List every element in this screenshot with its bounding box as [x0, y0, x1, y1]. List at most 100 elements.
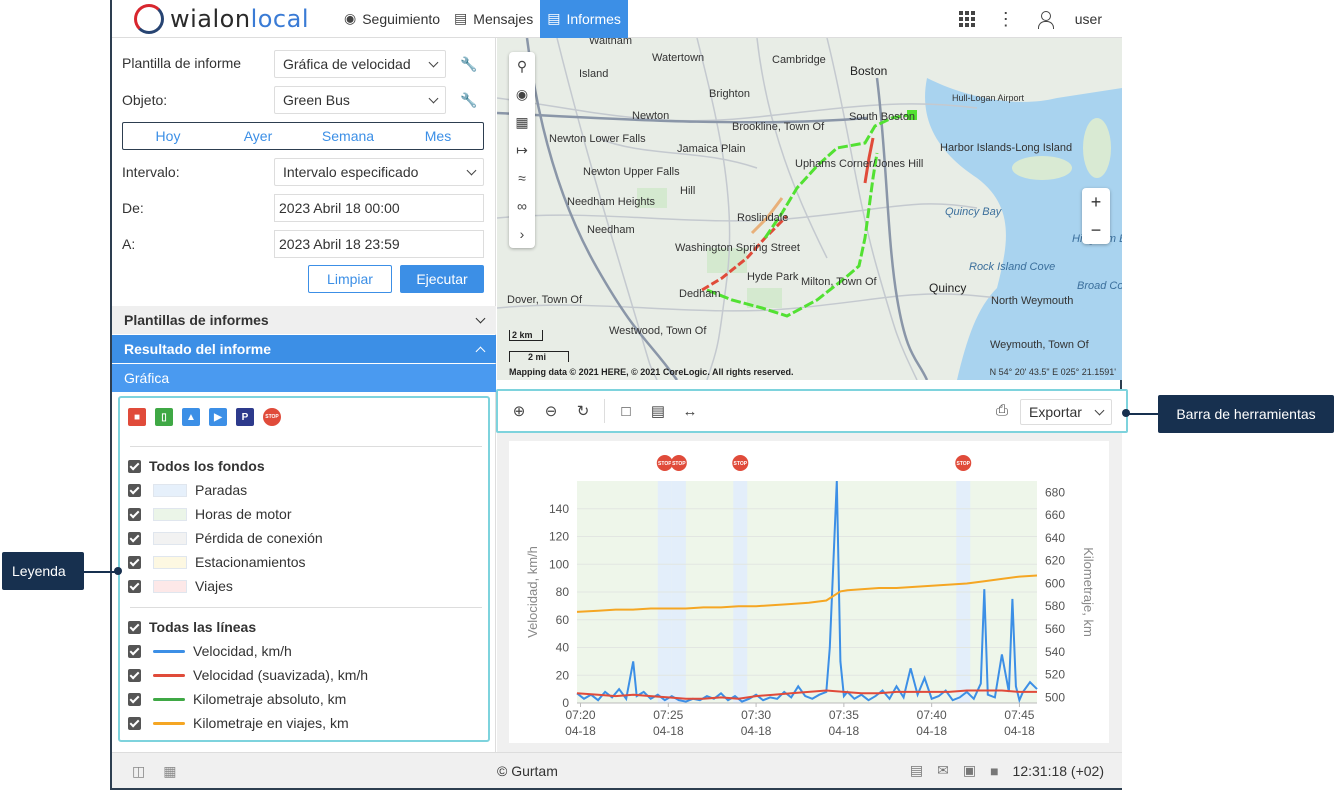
nav-tracking[interactable]: ◉ Seguimiento [337, 0, 447, 38]
legend-line-item[interactable]: Kilometraje absoluto, km [128, 689, 346, 709]
chart-card[interactable]: 0 20 40 60 80 100 120 140 500 520 540 560 580 600 620 6… [509, 441, 1109, 743]
legend-item-label: Velocidad (suavizada), km/h [193, 667, 369, 683]
measure-icon[interactable]: ↔ [679, 400, 701, 422]
interval-select[interactable]: Intervalo especificado [274, 158, 484, 186]
image-icon[interactable]: ▲ [182, 408, 200, 426]
stop-icon[interactable]: STOP [263, 408, 281, 426]
legend-line-item[interactable]: Velocidad (suavizada), km/h [128, 665, 368, 685]
period-month[interactable]: Mes [393, 123, 483, 149]
object-select[interactable]: Green Bus [274, 86, 446, 114]
checkbox-icon[interactable] [128, 668, 141, 682]
wrench-icon[interactable]: 🔧 [460, 92, 477, 109]
zoom-in-button[interactable]: + [1082, 188, 1110, 216]
map-label: North Weymouth [991, 295, 1074, 307]
period-selector: Hoy Ayer Semana Mes [122, 122, 484, 150]
video-icon[interactable]: ▶ [209, 408, 227, 426]
ruler-icon[interactable]: ↦ [509, 136, 535, 164]
zoom-out-button[interactable]: − [1082, 216, 1110, 244]
map-label: Hull-Logan Airport [952, 93, 1025, 103]
grid-view-icon[interactable]: ▦ [163, 763, 176, 780]
period-today[interactable]: Hoy [123, 123, 213, 149]
select-area-icon[interactable]: □ [615, 400, 637, 422]
result-section-header[interactable]: Resultado del informe [112, 335, 496, 363]
logo[interactable]: wialonlocal [134, 0, 309, 38]
checkbox-icon[interactable] [128, 620, 141, 634]
to-date-input[interactable]: 2023 Abril 18 23:59 [274, 230, 484, 258]
map-label: Needham Heights [567, 196, 656, 208]
nav-tracking-label: Seguimiento [362, 10, 441, 27]
checkbox-icon[interactable] [128, 692, 141, 706]
map-view[interactable]: Waltham Watertown Cambridge Boston Islan… [497, 38, 1122, 380]
chevron-right-icon[interactable]: › [509, 220, 535, 248]
user-icon[interactable] [1037, 10, 1054, 29]
zoom-in-icon[interactable]: ⊕ [508, 400, 530, 422]
y2-tick-label: 680 [1045, 485, 1065, 499]
legend-background-item[interactable]: Paradas [128, 480, 247, 500]
image-icon[interactable]: ▣ [963, 762, 976, 779]
legend-line-item[interactable]: Kilometraje en viajes, km [128, 713, 349, 733]
legend-callout-line [84, 571, 116, 573]
checkbox-icon[interactable] [128, 459, 141, 473]
zoom-out-icon[interactable]: ⊖ [540, 400, 562, 422]
fuel-icon[interactable]: ▯ [155, 408, 173, 426]
legend-background-item[interactable]: Pérdida de conexión [128, 528, 323, 548]
speed-chart[interactable]: 0204060801001201405005205405605806006206… [509, 441, 1109, 743]
event-icon[interactable]: ■ [128, 408, 146, 426]
nav-messages[interactable]: ▤ Mensajes [447, 0, 540, 38]
wrench-icon[interactable]: 🔧 [460, 56, 477, 73]
y2-tick-label: 540 [1045, 645, 1065, 659]
legend-item-label: Kilometraje en viajes, km [193, 715, 349, 731]
card-icon[interactable]: ▤ [910, 762, 923, 779]
nav-reports[interactable]: ▤ Informes [540, 0, 628, 38]
legend-background-item[interactable]: Viajes [128, 576, 233, 596]
panel-toggle-icon[interactable]: ◫ [132, 763, 145, 780]
legend-callout: Leyenda [2, 552, 84, 590]
y2-tick-label: 600 [1045, 576, 1065, 590]
legend-item-label: Velocidad, km/h [193, 643, 292, 659]
print-icon[interactable]: ⎙ [996, 402, 1008, 419]
export-dropdown[interactable]: Exportar [1020, 399, 1112, 425]
graph-result-title: Gráfica [124, 370, 170, 386]
more-menu-icon[interactable]: ⋮ [997, 10, 1015, 28]
search-icon[interactable]: ⚲ [509, 52, 535, 80]
y2-tick-label: 500 [1045, 690, 1065, 704]
apps-grid-icon[interactable] [958, 11, 975, 27]
checkbox-icon[interactable] [128, 716, 141, 730]
period-yesterday[interactable]: Ayer [213, 123, 303, 149]
checkbox-icon[interactable] [128, 507, 141, 521]
reset-zoom-icon[interactable]: ↻ [572, 400, 594, 422]
checkbox-icon[interactable] [128, 579, 141, 593]
graph-result-item[interactable]: Gráfica [112, 364, 496, 392]
legend-all-lines-label: Todas las líneas [149, 619, 257, 635]
map-label: Washington Spring Street [675, 242, 800, 254]
y2-tick-label: 560 [1045, 622, 1065, 636]
checkbox-icon[interactable] [128, 644, 141, 658]
legend-line-item[interactable]: Velocidad, km/h [128, 641, 292, 661]
clear-button[interactable]: Limpiar [308, 265, 392, 293]
parking-icon[interactable]: P [236, 408, 254, 426]
template-label: Plantilla de informe [122, 55, 242, 71]
geofence-icon[interactable]: ∞ [509, 192, 535, 220]
layout-icon[interactable]: ■ [990, 763, 998, 779]
legend-background-item[interactable]: Estacionamientos [128, 552, 306, 572]
eye-icon[interactable]: ◉ [509, 80, 535, 108]
legend-divider [130, 607, 482, 608]
route-icon[interactable]: ≈ [509, 164, 535, 192]
map-layers-icon[interactable]: ▦ [509, 108, 535, 136]
legend-all-backgrounds[interactable]: Todos los fondos [128, 456, 265, 476]
checkbox-icon[interactable] [128, 531, 141, 545]
mail-icon[interactable]: ✉ [937, 762, 949, 779]
checkbox-icon[interactable] [128, 555, 141, 569]
comment-icon[interactable]: ▤ [647, 400, 669, 422]
checkbox-icon[interactable] [128, 483, 141, 497]
from-date-input[interactable]: 2023 Abril 18 00:00 [274, 194, 484, 222]
user-name[interactable]: user [1075, 11, 1102, 27]
period-week[interactable]: Semana [303, 123, 393, 149]
run-button[interactable]: Ejecutar [400, 265, 484, 293]
legend-background-item[interactable]: Horas de motor [128, 504, 291, 524]
map-label: Rock Island Cove [969, 261, 1056, 273]
templates-section-header[interactable]: Plantillas de informes [112, 306, 496, 334]
template-select[interactable]: Gráfica de velocidad [274, 50, 446, 78]
legend-item-label: Kilometraje absoluto, km [193, 691, 347, 707]
legend-all-lines[interactable]: Todas las líneas [128, 617, 256, 637]
